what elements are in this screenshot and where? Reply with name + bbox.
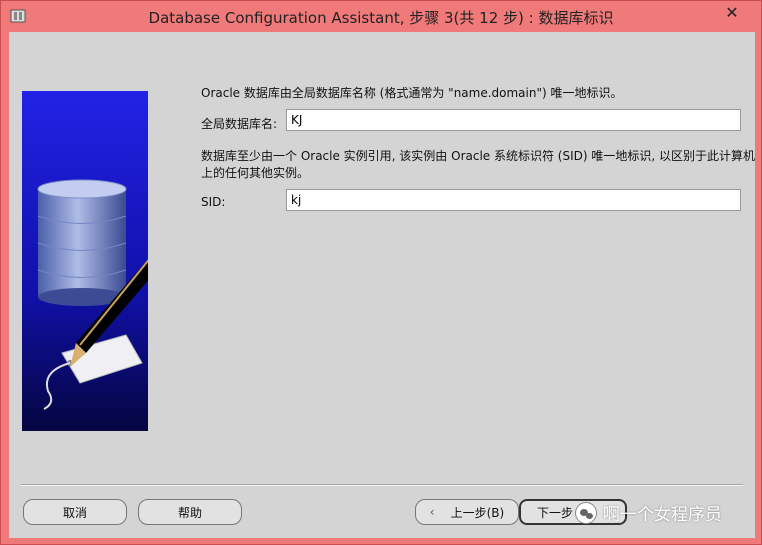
- back-button[interactable]: ‹ 上一步(B): [415, 499, 519, 525]
- sid-input[interactable]: [286, 189, 741, 211]
- global-db-name-input[interactable]: [286, 109, 741, 131]
- database-illustration: [22, 91, 148, 431]
- help-button[interactable]: 帮助: [138, 499, 242, 525]
- intro-text: Oracle 数据库由全局数据库名称 (格式通常为 "name.domain")…: [201, 86, 623, 100]
- back-button-label: 上一步(B): [450, 505, 505, 520]
- cancel-button-label: 取消: [62, 505, 87, 520]
- help-button-label: 帮助: [177, 505, 202, 520]
- dialog-client-area: Oracle 数据库由全局数据库名称 (格式通常为 "name.domain")…: [9, 32, 755, 538]
- wechat-icon: [575, 501, 597, 524]
- close-button[interactable]: ✕: [709, 1, 755, 23]
- next-button-label: 下一步: [537, 505, 574, 520]
- watermark-text: 啊一个女程序员: [603, 505, 722, 525]
- dialog-window: Database Configuration Assistant, 步骤 3(共…: [0, 0, 762, 545]
- close-icon: ✕: [725, 2, 739, 22]
- footer-divider: [21, 484, 743, 486]
- chevron-left-icon: ‹: [429, 505, 435, 519]
- global-db-label: 全局数据库名:: [201, 117, 278, 131]
- sid-description-line2: 上的任何其他实例。: [201, 166, 310, 180]
- watermark: 啊一个女程序员: [575, 500, 722, 525]
- cancel-button[interactable]: 取消: [23, 499, 127, 525]
- sid-description-line1: 数据库至少由一个 Oracle 实例引用, 该实例由 Oracle 系统标识符 …: [201, 149, 756, 163]
- window-title: Database Configuration Assistant, 步骤 3(共…: [148, 9, 614, 27]
- sid-label: SID:: [201, 195, 226, 209]
- title-bar[interactable]: Database Configuration Assistant, 步骤 3(共…: [1, 1, 761, 31]
